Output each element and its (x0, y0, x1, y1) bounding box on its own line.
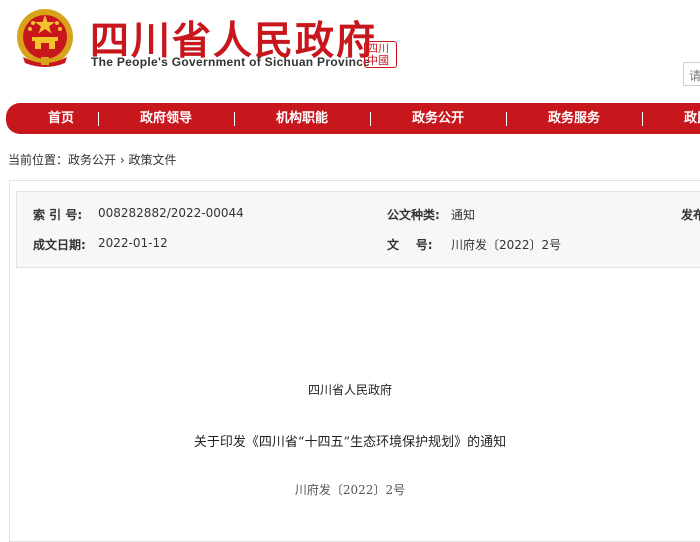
meta-publish: 发布 (681, 206, 700, 223)
meta-date-value: 2022-01-12 (98, 236, 168, 250)
meta-docno-label: 文 号: (387, 238, 433, 252)
site-subtitle-en: The People's Government of Sichuan Provi… (91, 55, 371, 69)
meta-index-label: 索 引 号: (33, 208, 83, 222)
meta-docno: 文 号: (387, 236, 433, 253)
breadcrumb: 当前位置：政务公开 › 政策文件 (8, 151, 176, 168)
national-emblem-icon[interactable] (15, 7, 75, 69)
nav-item-interaction[interactable]: 政民 (684, 103, 700, 134)
seal-logo: 四川中國 (364, 41, 397, 68)
document-title: 关于印发《四川省“十四五”生态环境保护规划》的通知 (193, 435, 507, 450)
nav-item-home[interactable]: 首页 (48, 103, 74, 134)
breadcrumb-link-gov-affairs[interactable]: 政务公开 (68, 153, 116, 167)
meta-type-label: 公文种类: (387, 208, 440, 222)
meta-index-value: 008282882/2022-00044 (98, 206, 244, 220)
nav-separator (642, 112, 643, 126)
meta-type: 公文种类: (387, 206, 440, 223)
document-issuer: 四川省人民政府 (307, 383, 392, 397)
breadcrumb-link-policy-docs[interactable]: 政策文件 (128, 153, 176, 167)
main-nav: 首页 政府领导 机构职能 政务公开 政务服务 政民 (6, 103, 700, 134)
document-number: 川府发〔2022〕2号 (294, 483, 406, 497)
meta-docno-value-wrap: 川府发〔2022〕2号 (451, 236, 561, 253)
breadcrumb-separator: › (116, 153, 129, 167)
search-placeholder: 请 (689, 69, 700, 83)
nav-separator (234, 112, 235, 126)
meta-type-value: 通知 (451, 208, 476, 222)
seal-text: 四川中國 (367, 42, 389, 67)
meta-type-value-wrap: 通知 (451, 206, 475, 223)
meta-date-value-wrap: 2022-01-12 (98, 236, 168, 250)
meta-index-value-wrap: 008282882/2022-00044 (98, 206, 244, 220)
meta-publish-label: 发布 (681, 208, 700, 222)
nav-item-gov-services[interactable]: 政务服务 (548, 103, 600, 134)
search-input[interactable]: 请 (683, 62, 700, 86)
meta-date: 成文日期: (33, 236, 86, 253)
breadcrumb-prefix: 当前位置： (8, 153, 69, 167)
nav-separator (98, 112, 99, 126)
nav-item-gov-affairs-open[interactable]: 政务公开 (412, 103, 464, 134)
meta-index: 索 引 号: (33, 206, 82, 223)
document-meta-box (16, 191, 700, 268)
nav-item-leaders[interactable]: 政府领导 (140, 103, 192, 134)
nav-separator (506, 112, 507, 126)
meta-docno-value: 川府发〔2022〕2号 (451, 238, 562, 252)
nav-separator (370, 112, 371, 126)
meta-date-label: 成文日期: (33, 238, 86, 252)
nav-item-functions[interactable]: 机构职能 (276, 103, 328, 134)
site-header: 四川省人民政府 The People's Government of Sichu… (0, 0, 700, 100)
